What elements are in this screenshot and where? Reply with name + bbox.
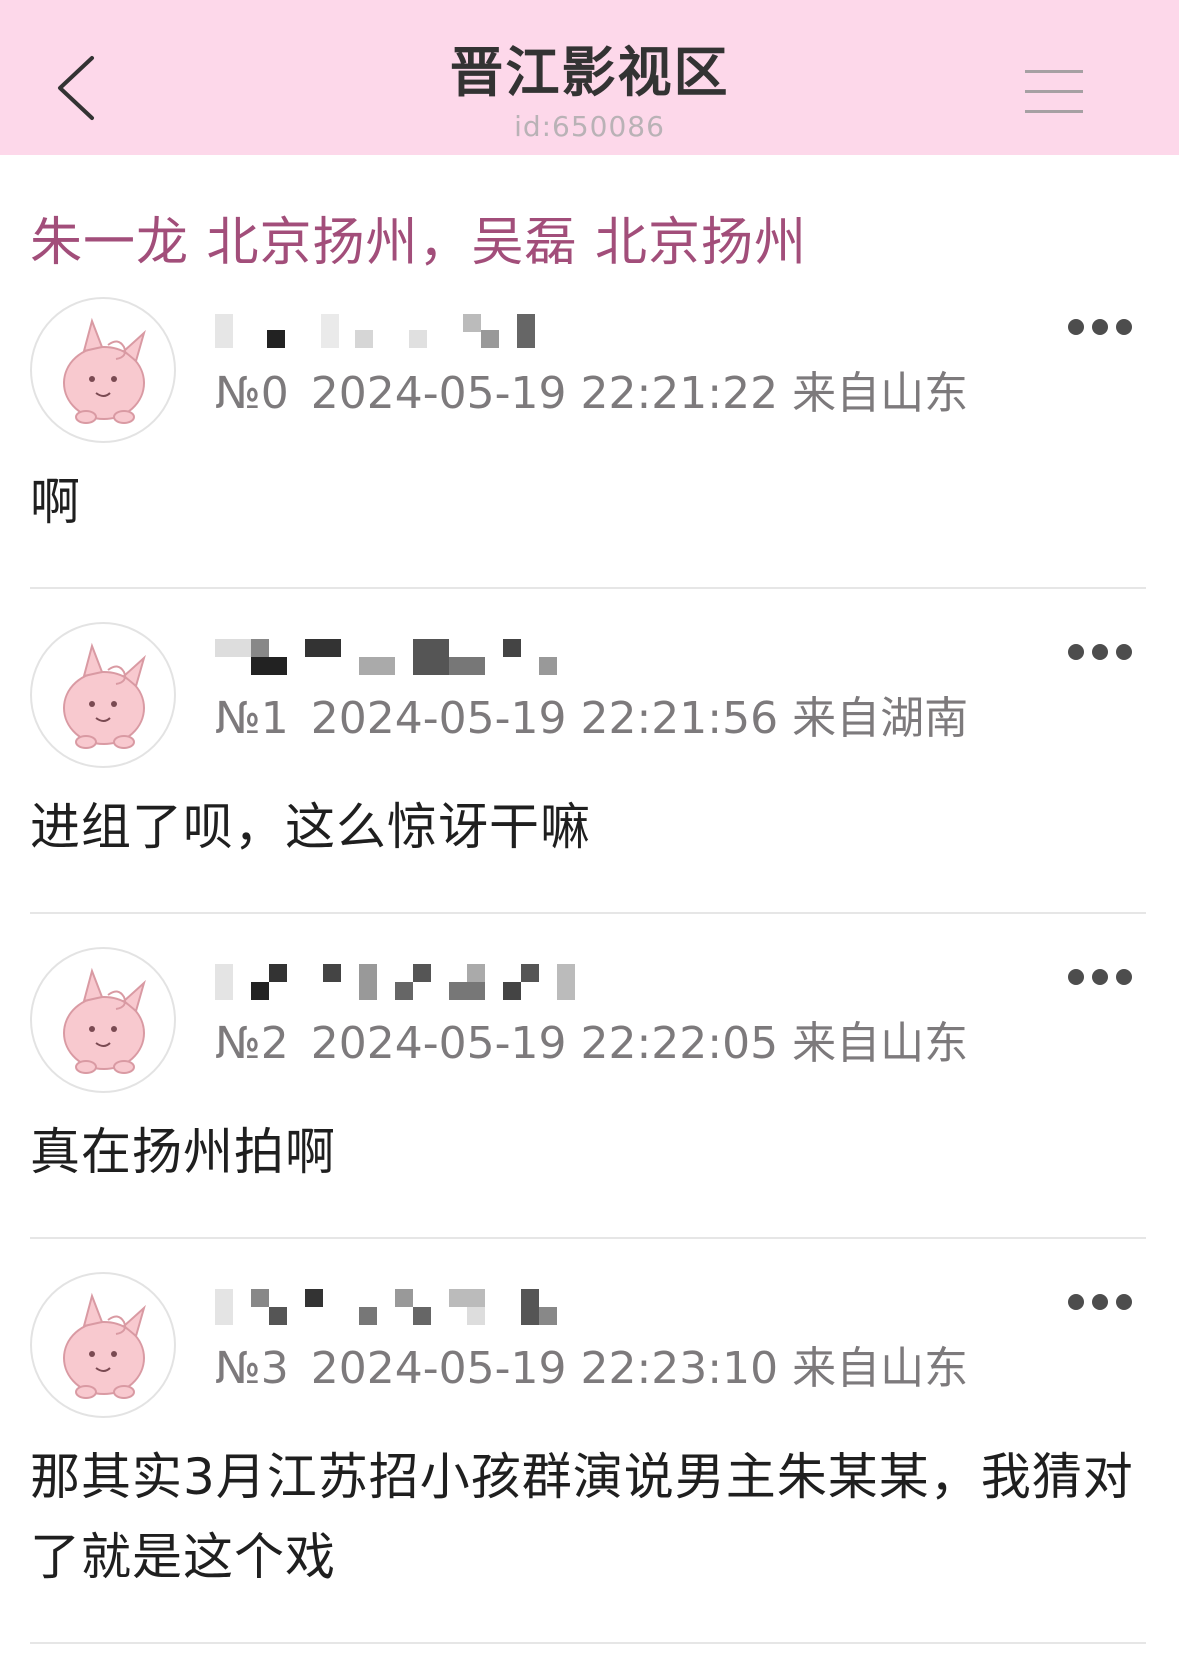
post-location: 来自山东: [792, 368, 969, 419]
post-location: 来自山东: [792, 1018, 969, 1069]
username-pixelated: [215, 627, 595, 677]
divider: [30, 1642, 1146, 1644]
pink-creature-avatar-icon: [63, 642, 146, 749]
thread-title: 朱一龙 北京扬州，吴磊 北京扬州: [30, 213, 808, 273]
divider: [30, 1237, 1146, 1239]
pink-creature-avatar-icon: [63, 967, 146, 1074]
pink-creature-avatar-icon: [63, 1292, 146, 1399]
post-meta: №2 2024-05-19 22:22:05 来自山东: [215, 1007, 968, 1071]
more-options-button[interactable]: [1068, 962, 1134, 992]
post-meta: №1 2024-05-19 22:21:56 来自湖南: [215, 682, 968, 746]
post-meta: №0 2024-05-19 22:21:22 来自山东: [215, 357, 968, 421]
avatar[interactable]: [30, 297, 176, 443]
floor-number: №1: [215, 693, 289, 744]
more-options-button[interactable]: [1068, 312, 1134, 342]
page-title: 晋江影视区: [449, 41, 730, 104]
post-item: №1 2024-05-19 22:21:56 来自湖南 进组了呗，这么惊讶干嘛: [0, 607, 1179, 932]
avatar[interactable]: [30, 622, 176, 768]
post-item: №2 2024-05-19 22:22:05 来自山东 真在扬州拍啊: [0, 932, 1179, 1257]
top-bar: 晋江影视区 id:650086: [0, 0, 1179, 155]
more-options-button[interactable]: [1068, 1287, 1134, 1317]
post-meta: №3 2024-05-19 22:23:10 来自山东: [215, 1332, 968, 1396]
username-pixelated: [215, 302, 595, 352]
divider: [30, 587, 1146, 589]
post-location: 来自湖南: [792, 693, 969, 744]
post-content: 进组了呗，这么惊讶干嘛: [30, 798, 591, 856]
divider: [30, 912, 1146, 914]
avatar[interactable]: [30, 1272, 176, 1418]
post-datetime: 2024-05-19 22:21:56: [310, 693, 779, 744]
post-item: №0 2024-05-19 22:21:22 来自山东 啊: [0, 282, 1179, 607]
post-datetime: 2024-05-19 22:21:22: [310, 368, 779, 419]
pink-creature-avatar-icon: [63, 317, 146, 424]
more-options-button[interactable]: [1068, 637, 1134, 667]
post-content: 啊: [30, 473, 81, 531]
post-location: 来自山东: [792, 1343, 969, 1394]
post-datetime: 2024-05-19 22:23:10: [310, 1343, 779, 1394]
post-item: №3 2024-05-19 22:23:10 来自山东 那其实3月江苏招小孩群演说…: [0, 1257, 1179, 1657]
hamburger-menu-icon: [1025, 70, 1085, 118]
floor-number: №3: [215, 1343, 289, 1394]
menu-button[interactable]: [1025, 70, 1085, 118]
username-pixelated: [215, 1277, 595, 1327]
floor-number: №0: [215, 368, 289, 419]
forum-id: id:650086: [514, 110, 665, 143]
post-content: 真在扬州拍啊: [30, 1123, 336, 1181]
post-content: 那其实3月江苏招小孩群演说男主朱某某，我猜对了就是这个戏: [30, 1448, 1134, 1586]
username-pixelated: [215, 952, 595, 1002]
floor-number: №2: [215, 1018, 289, 1069]
post-datetime: 2024-05-19 22:22:05: [310, 1018, 779, 1069]
avatar[interactable]: [30, 947, 176, 1093]
